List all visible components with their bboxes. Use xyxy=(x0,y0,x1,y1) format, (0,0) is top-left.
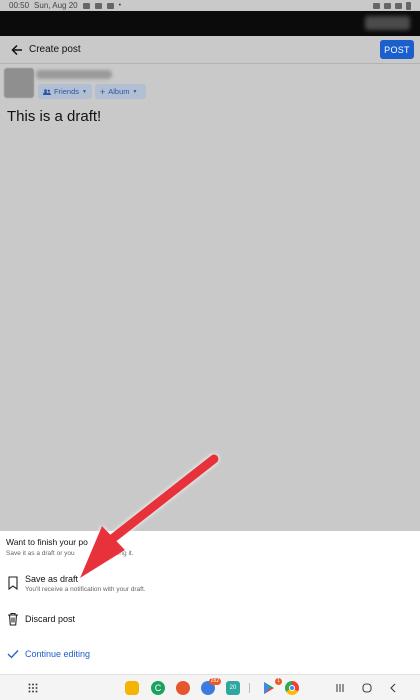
discard-post-label: Discard post xyxy=(25,614,76,624)
sheet-subtitle: Save it as a draft or you ue editing it. xyxy=(6,550,134,557)
lock-icon xyxy=(373,2,380,9)
messages-badge: 282 xyxy=(208,678,221,685)
back-arrow-icon[interactable] xyxy=(5,38,29,62)
play-store-app-icon[interactable]: 1 xyxy=(262,678,282,695)
play-store-badge: 1 xyxy=(275,678,282,685)
contacts-app-icon[interactable] xyxy=(176,681,190,695)
status-time: 00:50 xyxy=(9,1,30,10)
album-label: Album xyxy=(108,87,130,96)
messages-app-icon[interactable]: 282 xyxy=(201,678,221,695)
home-button[interactable] xyxy=(360,681,374,695)
create-post-header: Create post POST xyxy=(0,36,420,64)
chevron-down-icon: ▼ xyxy=(82,88,87,95)
redacted-element xyxy=(365,16,410,30)
discard-post-option[interactable]: Discard post xyxy=(0,611,420,641)
continue-editing-label: Continue editing xyxy=(25,649,91,659)
save-as-draft-sub: You'll receive a notification with your … xyxy=(25,586,146,593)
youtube-notification-icon xyxy=(106,2,114,9)
back-button[interactable] xyxy=(386,681,400,695)
calendar-app-icon[interactable]: 20 xyxy=(226,681,240,695)
redacted-banner xyxy=(0,11,420,36)
sheet-subtitle-start: Save it as a draft or you xyxy=(6,550,75,557)
navigation-bar: C 282 20 1 xyxy=(0,674,420,700)
friends-icon xyxy=(43,88,51,95)
audience-selector[interactable]: Friends ▼ xyxy=(38,84,92,99)
chrome-app-icon[interactable] xyxy=(285,681,299,695)
trash-icon xyxy=(8,612,18,626)
chevron-down-icon: ▼ xyxy=(132,88,138,95)
battery-icon xyxy=(406,1,411,10)
messenger-notification-icon xyxy=(94,2,102,9)
avatar xyxy=(4,68,34,98)
gallery-notification-icon xyxy=(82,2,90,9)
sheet-subtitle-end: ue editing it. xyxy=(98,550,134,557)
phone-app-icon[interactable]: C xyxy=(151,681,165,695)
calendar-date: 20 xyxy=(229,685,237,691)
user-name-redacted xyxy=(36,70,112,79)
save-as-draft-option[interactable]: Save as draft You'll receive a notificat… xyxy=(0,571,420,601)
audience-label: Friends xyxy=(54,87,80,96)
apps-grid-icon[interactable] xyxy=(26,681,40,695)
plus-icon: + xyxy=(100,86,106,97)
dock-divider xyxy=(249,683,250,693)
post-button[interactable]: POST xyxy=(380,40,414,59)
recents-button[interactable] xyxy=(333,681,347,695)
page-title: Create post xyxy=(29,44,81,55)
mute-icon xyxy=(384,2,391,9)
post-text-input[interactable]: This is a draft! xyxy=(7,108,101,125)
more-notifications-icon: • xyxy=(118,2,122,9)
album-selector[interactable]: + Album ▼ xyxy=(95,84,146,99)
wifi-icon xyxy=(395,2,402,9)
status-bar: 00:50 Sun, Aug 20 • xyxy=(0,0,420,11)
folder-app-icon[interactable] xyxy=(125,681,139,695)
finish-post-sheet: Want to finish your po Save it as a draf… xyxy=(0,531,420,674)
sheet-title: Want to finish your po xyxy=(6,537,88,547)
continue-editing-option[interactable]: Continue editing xyxy=(0,647,420,677)
bookmark-icon xyxy=(8,576,18,590)
save-as-draft-label: Save as draft xyxy=(25,574,79,584)
status-date: Sun, Aug 20 xyxy=(34,1,78,10)
check-icon xyxy=(7,650,19,659)
